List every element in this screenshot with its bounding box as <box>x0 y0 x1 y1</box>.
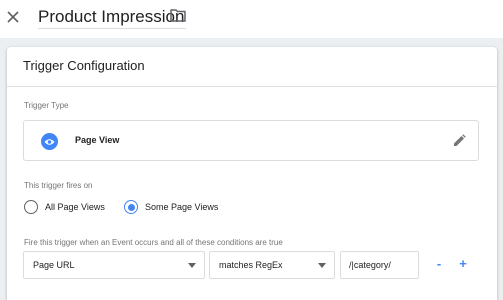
radio-label: All Page Views <box>45 202 105 212</box>
radio-all-page-views[interactable]: All Page Views <box>24 200 105 214</box>
add-condition-button[interactable]: + <box>456 257 470 271</box>
chevron-down-icon <box>188 263 196 268</box>
remove-condition-button[interactable]: - <box>432 257 446 271</box>
chevron-down-icon <box>318 263 326 268</box>
panel-title: Trigger Configuration <box>23 58 145 73</box>
eye-icon <box>41 133 58 150</box>
condition-value-input[interactable] <box>340 251 419 279</box>
close-icon <box>7 11 19 23</box>
trigger-type-value: Page View <box>75 135 120 145</box>
pencil-icon[interactable] <box>453 134 466 147</box>
folder-button[interactable] <box>170 8 188 24</box>
operator-select-value: matches RegEx <box>219 260 283 270</box>
top-bar: Product Impression <box>0 0 503 38</box>
radio-label: Some Page Views <box>145 202 219 212</box>
variable-select-value: Page URL <box>33 260 75 270</box>
operator-select[interactable]: matches RegEx <box>209 251 335 279</box>
divider <box>7 86 497 87</box>
trigger-type-label: Trigger Type <box>24 101 69 110</box>
radio-some-page-views[interactable]: Some Page Views <box>124 200 218 214</box>
radio-button-selected[interactable] <box>124 200 138 214</box>
radio-button[interactable] <box>24 200 38 214</box>
trigger-type-selector[interactable]: Page View <box>23 120 479 161</box>
folder-icon <box>170 9 186 22</box>
variable-select[interactable]: Page URL <box>23 251 205 279</box>
trigger-name-field[interactable]: Product Impression <box>38 5 187 29</box>
fires-on-label: This trigger fires on <box>24 181 93 190</box>
close-button[interactable] <box>4 7 22 27</box>
trigger-configuration-panel: Trigger Configuration Trigger Type Page … <box>7 47 497 300</box>
conditions-label: Fire this trigger when an Event occurs a… <box>24 238 283 247</box>
